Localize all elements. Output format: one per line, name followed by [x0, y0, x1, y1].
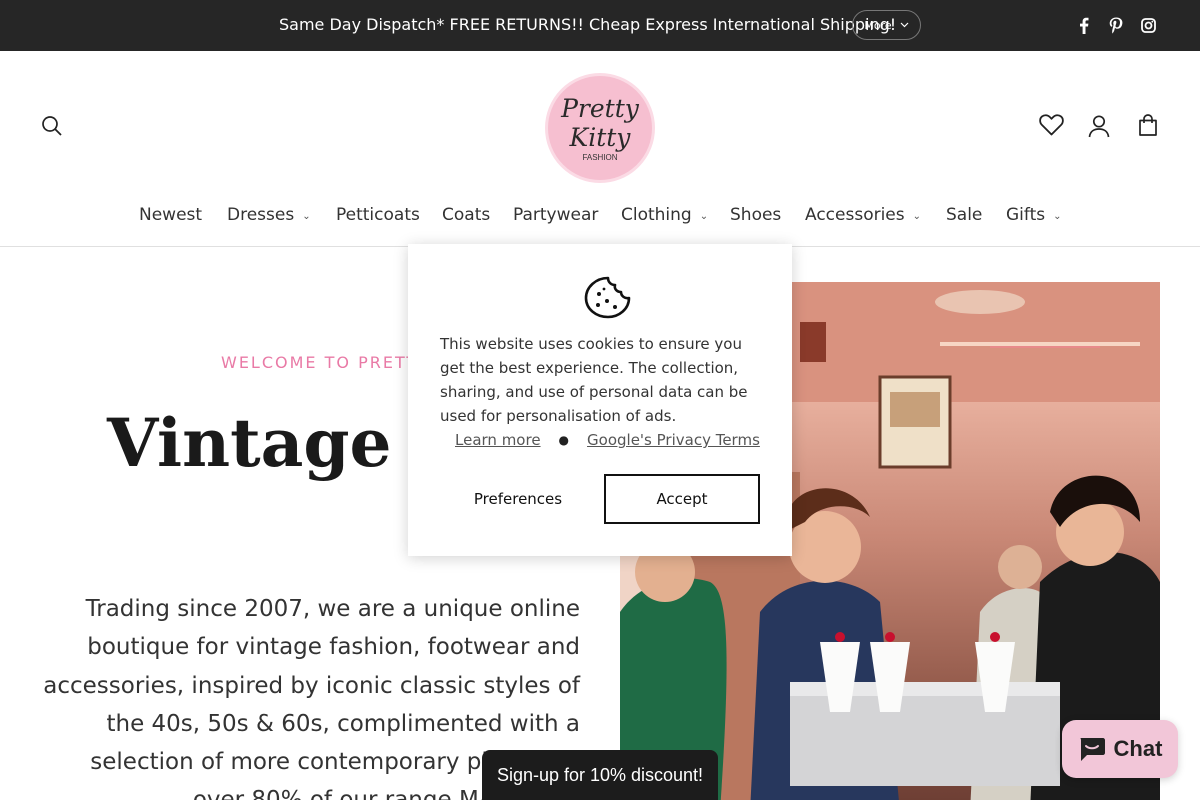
nav-label: Dresses: [227, 205, 295, 225]
nav-label: Coats: [442, 205, 491, 225]
chevron-down-icon: ⌄: [302, 211, 311, 222]
chat-button[interactable]: Chat: [1062, 720, 1178, 778]
learn-more-link[interactable]: Learn more: [455, 431, 541, 449]
welcome-heading: WELCOME TO PRETTY: [221, 353, 430, 372]
nav-label: Newest: [139, 205, 203, 225]
nav-item-shoes[interactable]: Shoes: [730, 205, 781, 225]
logo-sub: FASHION: [582, 153, 618, 162]
heart-icon[interactable]: [1038, 113, 1064, 137]
signup-discount-tab[interactable]: Sign-up for 10% discount!: [482, 750, 718, 800]
nav-label: Partywear: [513, 205, 599, 225]
facebook-icon[interactable]: [1074, 14, 1094, 36]
chat-bubble-icon: [1080, 738, 1105, 761]
nav-item-clothing[interactable]: Clothing ⌄: [621, 205, 708, 225]
search-icon[interactable]: [40, 114, 64, 138]
nav-item-partywear[interactable]: Partywear: [513, 205, 598, 225]
nav-item-newest[interactable]: Newest: [139, 205, 202, 225]
nav-item-accessories[interactable]: Accessories ⌄: [805, 205, 921, 225]
nav-label: Shoes: [730, 205, 782, 225]
nav-label: Petticoats: [336, 205, 420, 225]
nav-label: Sale: [946, 205, 983, 225]
nav-item-gifts[interactable]: Gifts ⌄: [1006, 205, 1062, 225]
privacy-terms-link[interactable]: Google's Privacy Terms: [587, 431, 760, 449]
logo[interactable]: Pretty Kitty FASHION: [545, 73, 655, 183]
cart-icon[interactable]: [1136, 112, 1160, 138]
cookie-banner: This website uses cookies to ensure you …: [408, 244, 792, 556]
chevron-down-icon: [900, 22, 909, 28]
chevron-down-icon: ⌄: [699, 211, 709, 222]
logo-line2: Kitty: [569, 123, 631, 152]
cookie-links: Learn more ● Google's Privacy Terms: [455, 431, 760, 449]
nav-label: Clothing: [621, 205, 692, 225]
bullet-separator: ●: [558, 433, 570, 447]
instagram-icon[interactable]: [1138, 14, 1158, 36]
cookie-message: This website uses cookies to ensure you …: [440, 335, 748, 425]
more-label: More: [864, 18, 892, 32]
cookie-icon: [584, 276, 631, 319]
nav-item-dresses[interactable]: Dresses ⌄: [227, 205, 311, 225]
pinterest-icon[interactable]: [1106, 14, 1126, 36]
preferences-button[interactable]: Preferences: [440, 474, 596, 524]
nav-label: Gifts: [1006, 205, 1046, 225]
nav-item-petticoats[interactable]: Petticoats: [336, 205, 420, 225]
logo-line1: Pretty: [561, 94, 639, 123]
announcement-text: Same Day Dispatch* FREE RETURNS!! Cheap …: [279, 15, 897, 34]
signup-label: Sign-up for 10% discount!: [496, 765, 704, 785]
announcement-bar: Same Day Dispatch* FREE RETURNS!! Cheap …: [0, 0, 1200, 51]
nav-item-sale[interactable]: Sale: [946, 205, 982, 225]
more-button[interactable]: More: [852, 10, 921, 40]
accept-button[interactable]: Accept: [604, 474, 760, 524]
chat-label: Chat: [1113, 736, 1163, 761]
chevron-down-icon: ⌄: [912, 211, 922, 222]
nav-item-coats[interactable]: Coats: [442, 205, 490, 225]
nav-label: Accessories: [805, 205, 905, 225]
account-icon[interactable]: [1087, 113, 1111, 139]
chevron-down-icon: ⌄: [1053, 211, 1062, 222]
